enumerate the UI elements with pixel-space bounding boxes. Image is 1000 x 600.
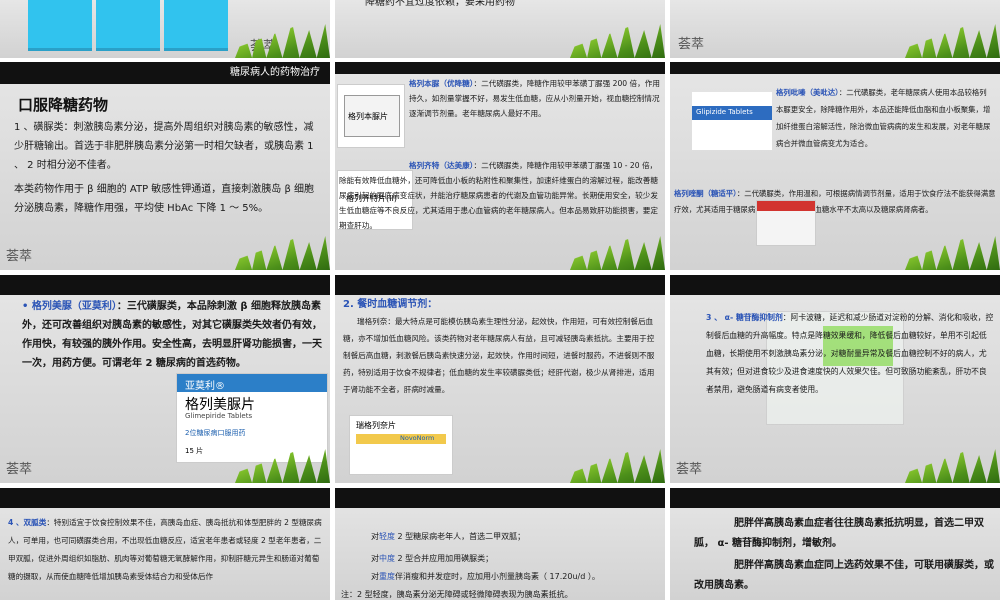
slide-top-right: 荟萃 (670, 0, 1000, 58)
slide-7: 4 、双胍类：特别适宜于饮食控制效果不佳，高胰岛血症、胰岛抵抗和体型肥胖的 2 … (0, 488, 330, 600)
bullet-icon: • (22, 301, 29, 312)
drug-title: 格列本脲（优降糖） (409, 79, 474, 88)
paragraph: 3 、 α- 糖苷酶抑制剂：阿卡波糖，延迟和减少肠道对淀粉的分解、消化和吸收，控… (706, 309, 994, 399)
drug-paragraph: 格列本脲（优降糖）：二代磺脲类，降糖作用较甲苯磺丁脲强 200 倍，作用持久，如… (409, 76, 663, 121)
drug-title: 格列齐特（达美康） (409, 161, 474, 170)
section-title: 2. 餐时血糖调节剂： (343, 299, 438, 310)
grass-decoration (905, 447, 1000, 483)
drug-text: ：二代磺脲类，降糖作用较甲苯磺丁脲强 10 - 20 倍，除能有效降低血糖外，还… (339, 161, 658, 230)
grass-decoration (905, 22, 1000, 58)
slide-header: 糖尿病人的药物治疗 (230, 67, 320, 78)
paragraph: 4 、双胍类：特别适宜于饮食控制效果不佳，高胰岛血症、胰岛抵抗和体型肥胖的 2 … (8, 514, 326, 586)
drug-text: ：二代磺脲类，老年糖尿病人使用本品较格列本脲更安全，除降糖作用外，本品还能降低血… (776, 88, 991, 148)
drug-title: 格列美脲（亚莫利） (31, 301, 117, 312)
drug-brand: 亚莫利® (185, 381, 225, 392)
grass-decoration (570, 234, 665, 270)
paragraph: • 格列美脲（亚莫利）：三代磺脲类，本品除刺激 β 细胞释放胰岛素外，还可改善组… (22, 297, 324, 373)
top-bar (335, 275, 665, 295)
grass-decoration (570, 22, 665, 58)
drug-paragraph: 格列齐特（达美康）：二代磺脲类，降糖作用较甲苯磺丁脲强 10 - 20 倍，除能… (339, 158, 663, 233)
seal-logo: 荟萃 (676, 462, 703, 477)
top-bar (670, 488, 1000, 508)
slide-top-mid: 降糖药不宜过度依赖，要采用药物 (335, 0, 665, 58)
slide-8: 对轻度 2 型糖尿病老年人，首选二甲双胍； 对中度 2 型合并应用加用磺脲类； … (335, 488, 665, 600)
section-title: 3 、 α- 糖苷酶抑制剂 (706, 313, 783, 322)
drug-box-image: Glipizide Tablets (692, 92, 772, 150)
cyan-tile (164, 0, 228, 51)
highlight-text: 中度 (379, 554, 395, 563)
drug-box-image (756, 200, 816, 246)
slide-top-left: 荟萃 (0, 0, 330, 58)
drug-name: Glipizide Tablets (696, 108, 753, 116)
seal-logo: 荟萃 (6, 462, 33, 477)
slide-2: 格列本脲片 格列齐特片(II) 格列本脲（优降糖）：二代磺脲类，降糖作用较甲苯磺… (335, 62, 665, 270)
line-moderate: 对中度 2 型合并应用加用磺脲类； (371, 554, 494, 563)
drug-en: Glimepiride Tablets (185, 412, 253, 420)
top-bar (335, 62, 665, 74)
highlight-text: 轻度 (379, 532, 395, 541)
drug-title: 格列吡嗪（美吡达） (776, 88, 839, 97)
slide-text: 降糖药不宜过度依赖，要采用药物 (365, 0, 515, 8)
slide-4: • 格列美脲（亚莫利）：三代磺脲类，本品除刺激 β 细胞释放胰岛素外，还可改善组… (0, 275, 330, 483)
drug-box-image: 格列本脲片 (337, 84, 405, 148)
grass-decoration (905, 234, 1000, 270)
seal-logo: 荟萃 (678, 37, 705, 52)
drug-name: 瑞格列奈片 (356, 421, 396, 430)
section-text: ：特别适宜于饮食控制效果不佳，高胰岛血症、胰岛抵抗和体型肥胖的 2 型糖尿病人，… (8, 518, 322, 581)
drug-name: 格列美脲片 (185, 397, 255, 413)
paragraph: 肥胖伴高胰岛素血症者往往胰岛素抵抗明显，首选二甲双胍， α- 糖苷酶抑制剂，增敏… (694, 518, 984, 549)
paragraph: 瑞格列奈：最大特点是可能模仿胰岛素生理性分泌，起效快，作用短，可有效控制餐后血糖… (343, 317, 655, 394)
drug-en: NovoNorm (400, 434, 435, 442)
section-text: ：阿卡波糖，延迟和减少肠道对淀粉的分解、消化和吸收，控制餐后血糖的升高幅度。特点… (706, 313, 994, 394)
paragraph: 本类药物作用于 β 细胞的 ATP 敏感性钾通道，直接刺激胰岛 β 细胞分泌胰岛… (14, 184, 315, 214)
section-title: 4 、双胍类 (8, 518, 47, 527)
cyan-tile (28, 0, 92, 51)
grass-decoration (235, 234, 330, 270)
top-bar (670, 62, 1000, 74)
line-severe: 对重度伴消瘦和并发症时，应加用小剂量胰岛素（ 17.20u/d ）。 (371, 572, 600, 581)
drug-paragraph: 格列吡嗪（美吡达）：二代磺脲类，老年糖尿病人使用本品较格列本脲更安全，除降糖作用… (776, 84, 994, 152)
cyan-tile (96, 0, 160, 51)
line-mild: 对轻度 2 型糖尿病老年人，首选二甲双胍； (371, 532, 526, 541)
top-bar (0, 275, 330, 295)
paragraph: 肥胖伴高胰岛素血症同上选药效果不佳，可联用磺脲类，或改用胰岛素。 (694, 560, 994, 591)
slide-6: 3 、 α- 糖苷酶抑制剂：阿卡波糖，延迟和减少肠道对淀粉的分解、消化和吸收，控… (670, 275, 1000, 483)
slide-5: 2. 餐时血糖调节剂： 瑞格列奈：最大特点是可能模仿胰岛素生理性分泌，起效快，作… (335, 275, 665, 483)
slide-1: 糖尿病人的药物治疗 口服降糖药物 1 、磺脲类：刺激胰岛素分泌，提高外周组织对胰… (0, 62, 330, 270)
seal-logo: 荟萃 (6, 249, 33, 264)
paragraph: 1 、磺脲类：刺激胰岛素分泌，提高外周组织对胰岛素的敏感性，减少肝糖输出。首选于… (14, 122, 314, 171)
slide-title: 口服降糖药物 (18, 96, 109, 114)
grass-decoration (570, 447, 665, 483)
slide-9: 肥胖伴高胰岛素血症者往往胰岛素抵抗明显，首选二甲双胍， α- 糖苷酶抑制剂，增敏… (670, 488, 1000, 600)
top-bar (670, 275, 1000, 295)
note-text: 注：2 型轻度，胰岛素分泌无障碍或轻微障碍表现为胰岛素抵抗。 (341, 590, 573, 599)
drug-spec: 2位糖尿病口服用药 (185, 429, 246, 437)
top-bar (0, 488, 330, 508)
highlight-text: 重度 (379, 572, 395, 581)
slide-3: Glipizide Tablets 格列吡嗪（美吡达）：二代磺脲类，老年糖尿病人… (670, 62, 1000, 270)
drug-paragraph: 格列喹酮（糖适平）：二代磺脲类，作用温和，可根据病情调节剂量，适用于饮食疗法不能… (674, 186, 996, 218)
drug-box-image: 亚莫利® 格列美脲片 Glimepiride Tablets 2位糖尿病口服用药… (176, 373, 328, 463)
top-bar (335, 488, 665, 508)
drug-count: 15 片 (185, 447, 204, 455)
drug-box-image: 瑞格列奈片 NovoNorm (349, 415, 453, 475)
drug-title: 格列喹酮（糖适平） (674, 189, 737, 198)
drug-name: 格列本脲片 (348, 112, 388, 121)
